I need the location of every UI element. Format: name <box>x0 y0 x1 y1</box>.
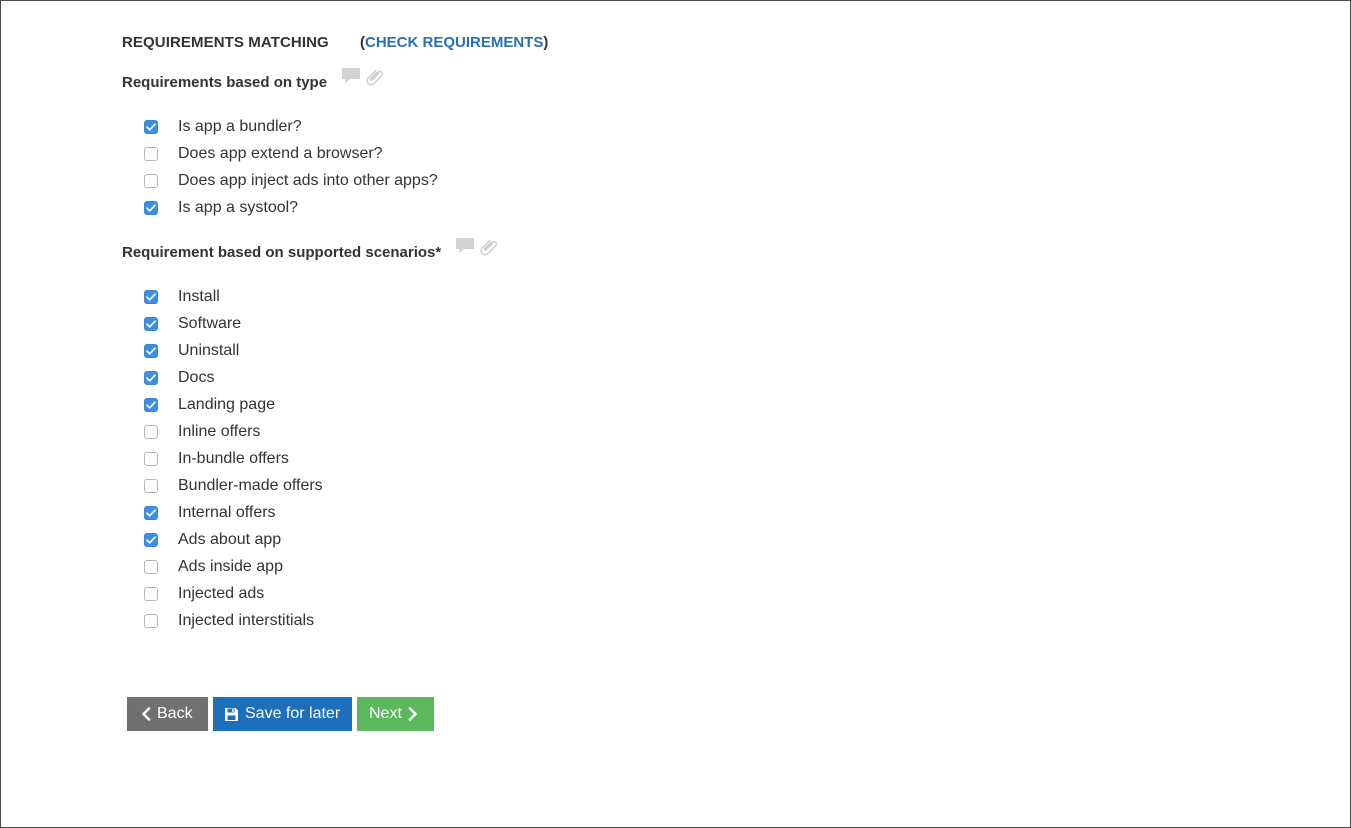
checkmark-icon <box>146 508 156 517</box>
checklist-item-label: Injected interstitials <box>178 611 315 629</box>
type-section-header: Requirements based on type <box>122 68 438 93</box>
checkbox-checked[interactable] <box>144 532 158 547</box>
chevron-left-icon <box>141 707 151 721</box>
checklist-item-label: Ads inside app <box>178 557 283 575</box>
checklist-item[interactable]: Internal offers <box>122 499 499 526</box>
checklist-item[interactable]: Docs <box>122 364 499 391</box>
checklist-item[interactable]: In-bundle offers <box>122 445 499 472</box>
checklist-item[interactable]: Ads about app <box>122 526 499 553</box>
checklist-item-label: Install <box>178 287 220 305</box>
checklist-item-label: Software <box>178 314 242 332</box>
scenario-section-title: Requirement based on supported scenarios… <box>122 244 442 261</box>
checkbox-checked[interactable] <box>144 289 158 304</box>
checklist-item-label: Bundler-made offers <box>178 476 323 494</box>
checklist-item[interactable]: Does app extend a browser? <box>122 140 438 167</box>
checklist-item[interactable]: Bundler-made offers <box>122 472 499 499</box>
next-button[interactable]: Next <box>357 697 434 731</box>
checkbox-unchecked[interactable] <box>144 451 158 466</box>
checklist-item-label: Uninstall <box>178 341 240 359</box>
checkbox-unchecked[interactable] <box>144 173 158 188</box>
checkbox-unchecked[interactable] <box>144 586 158 601</box>
requirements-header: REQUIREMENTS MATCHING (CHECK REQUIREMENT… <box>122 34 548 54</box>
checkbox-checked[interactable] <box>144 316 158 331</box>
checklist-item-label: Does app inject ads into other apps? <box>178 171 438 189</box>
type-section-title: Requirements based on type <box>122 74 328 91</box>
checkbox-unchecked[interactable] <box>144 613 158 628</box>
checkmark-icon <box>146 292 156 301</box>
floppy-disk-icon <box>224 707 239 722</box>
checklist-item[interactable]: Uninstall <box>122 337 499 364</box>
chevron-right-icon <box>408 707 418 721</box>
checkbox-unchecked[interactable] <box>144 424 158 439</box>
checklist-item-label: Injected ads <box>178 584 265 602</box>
page-frame: REQUIREMENTS MATCHING (CHECK REQUIREMENT… <box>0 0 1351 828</box>
type-section-icons <box>341 66 385 92</box>
checklist-item-label: Internal offers <box>178 503 276 521</box>
checklist-item[interactable]: Landing page <box>122 391 499 418</box>
checklist-item-label: Docs <box>178 368 215 386</box>
checkmark-icon <box>146 535 156 544</box>
checkbox-checked[interactable] <box>144 119 158 134</box>
next-button-label: Next <box>369 705 402 722</box>
page-title: REQUIREMENTS MATCHING <box>122 34 329 51</box>
checkbox-checked[interactable] <box>144 397 158 412</box>
paren-close: ) <box>543 34 549 51</box>
check-requirements-link[interactable]: CHECK REQUIREMENTS <box>365 34 543 51</box>
comment-icon[interactable] <box>341 67 361 91</box>
scenario-requirements-list: Install Software Uninstall Docs Landing page… <box>122 283 499 634</box>
checklist-item-label: Ads about app <box>178 530 282 548</box>
type-requirements-section: Requirements based on type Is app a bund… <box>122 68 438 221</box>
checklist-item[interactable]: Is app a systool? <box>122 194 438 221</box>
checklist-item[interactable]: Is app a bundler? <box>122 113 438 140</box>
type-requirements-list: Is app a bundler? Does app extend a brows… <box>122 113 438 221</box>
checkmark-icon <box>146 122 156 131</box>
checklist-item[interactable]: Injected ads <box>122 580 499 607</box>
checklist-item[interactable]: Inline offers <box>122 418 499 445</box>
checkbox-unchecked[interactable] <box>144 478 158 493</box>
checklist-item-label: Inline offers <box>178 422 261 440</box>
save-button-label: Save for later <box>245 705 341 722</box>
checkmark-icon <box>146 400 156 409</box>
checkmark-icon <box>146 319 156 328</box>
scenario-requirements-section: Requirement based on supported scenarios… <box>122 238 499 634</box>
scenario-section-header: Requirement based on supported scenarios… <box>122 238 499 263</box>
paperclip-icon[interactable] <box>365 66 385 92</box>
checklist-item[interactable]: Ads inside app <box>122 553 499 580</box>
paperclip-icon[interactable] <box>479 236 499 262</box>
checklist-item-label: Landing page <box>178 395 275 413</box>
comment-icon[interactable] <box>455 237 475 261</box>
checkmark-icon <box>146 203 156 212</box>
checklist-item[interactable]: Does app inject ads into other apps? <box>122 167 438 194</box>
back-button-label: Back <box>157 705 193 722</box>
checklist-item-label: Is app a bundler? <box>178 117 302 135</box>
checkbox-checked[interactable] <box>144 200 158 215</box>
checkbox-checked[interactable] <box>144 505 158 520</box>
back-button[interactable]: Back <box>127 697 208 731</box>
checkmark-icon <box>146 373 156 382</box>
form-actions: Back Save for later Next <box>127 697 434 731</box>
checkbox-unchecked[interactable] <box>144 559 158 574</box>
checklist-item[interactable]: Install <box>122 283 499 310</box>
save-for-later-button[interactable]: Save for later <box>213 697 352 731</box>
checklist-item[interactable]: Injected interstitials <box>122 607 499 634</box>
checklist-item-label: In-bundle offers <box>178 449 289 467</box>
check-requirements-group: (CHECK REQUIREMENTS) <box>360 34 548 51</box>
scenario-section-icons <box>455 236 499 262</box>
checkmark-icon <box>146 346 156 355</box>
checklist-item-label: Does app extend a browser? <box>178 144 383 162</box>
checklist-item[interactable]: Software <box>122 310 499 337</box>
checkbox-unchecked[interactable] <box>144 146 158 161</box>
checkbox-checked[interactable] <box>144 370 158 385</box>
checkbox-checked[interactable] <box>144 343 158 358</box>
checklist-item-label: Is app a systool? <box>178 198 299 216</box>
